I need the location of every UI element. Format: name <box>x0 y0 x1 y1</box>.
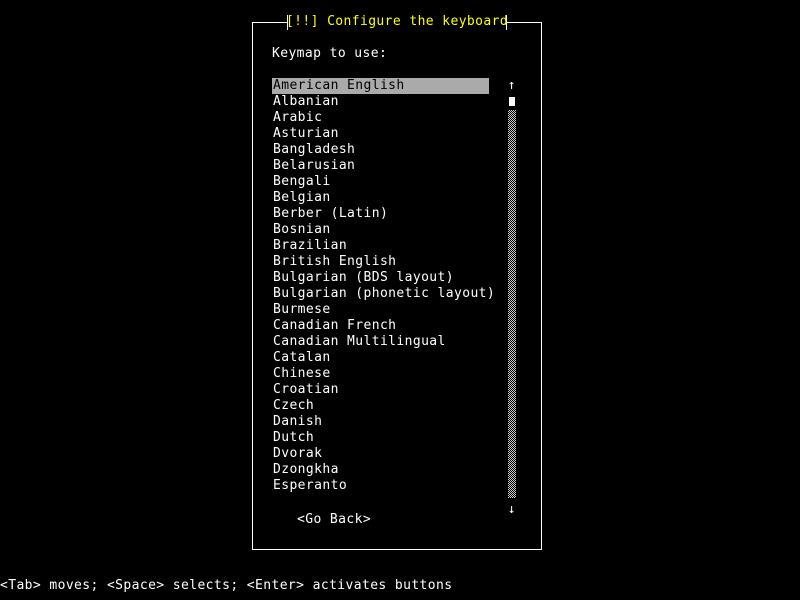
dialog-title: [!!] Configure the keyboard <box>285 14 509 29</box>
keymap-list-item[interactable]: Bulgarian (BDS layout) <box>272 270 489 286</box>
keymap-list-item[interactable]: Belarusian <box>272 158 489 174</box>
keymap-list-item[interactable]: Czech <box>272 398 489 414</box>
keymap-list-item[interactable]: Bulgarian (phonetic layout) <box>272 286 495 302</box>
status-bar-help-text: <Tab> moves; <Space> selects; <Enter> ac… <box>0 578 453 593</box>
keymap-list-item[interactable]: Bosnian <box>272 222 489 238</box>
keymap-list-item[interactable]: Dutch <box>272 430 489 446</box>
configure-keyboard-dialog: [!!] Configure the keyboard Keymap to us… <box>252 14 542 550</box>
keymap-list-item[interactable]: Canadian Multilingual <box>272 334 489 350</box>
keymap-list-item[interactable]: Asturian <box>272 126 489 142</box>
keymap-list-item[interactable]: Burmese <box>272 302 489 318</box>
keymap-list-item[interactable]: Dvorak <box>272 446 489 462</box>
go-back-button[interactable]: <Go Back> <box>297 512 371 527</box>
keymap-list-item[interactable]: Berber (Latin) <box>272 206 489 222</box>
scroll-down-arrow-icon[interactable]: ↓ <box>506 502 517 518</box>
scrollbar-track[interactable] <box>508 110 516 498</box>
scrollbar-thumb[interactable] <box>509 97 515 106</box>
keymap-prompt-label: Keymap to use: <box>272 46 388 61</box>
keymap-list-item[interactable]: Bangladesh <box>272 142 489 158</box>
keymap-list[interactable]: American English Albanian Arabic Asturian Ba… <box>272 78 495 494</box>
keymap-list-item[interactable]: Belgian <box>272 190 489 206</box>
keymap-list-item[interactable]: Dzongkha <box>272 462 489 478</box>
keymap-list-item[interactable]: British English <box>272 254 489 270</box>
keymap-list-item[interactable]: Danish <box>272 414 489 430</box>
keymap-list-item[interactable]: Esperanto <box>272 478 489 494</box>
keymap-list-item[interactable]: Catalan <box>272 350 489 366</box>
scroll-up-arrow-icon[interactable]: ↑ <box>506 78 517 94</box>
keymap-list-item[interactable]: Croatian <box>272 382 489 398</box>
keymap-list-item[interactable]: Bengali <box>272 174 489 190</box>
keymap-list-item[interactable]: Canadian French <box>272 318 489 334</box>
keymap-list-item[interactable]: Chinese <box>272 366 489 382</box>
keymap-list-item[interactable]: Albanian <box>272 94 489 110</box>
keymap-list-item[interactable]: Brazilian <box>272 238 489 254</box>
keymap-list-item[interactable]: American English <box>272 78 489 94</box>
keymap-list-scrollbar[interactable]: ↑ ↓ <box>506 78 517 518</box>
keymap-list-item[interactable]: Arabic <box>272 110 489 126</box>
